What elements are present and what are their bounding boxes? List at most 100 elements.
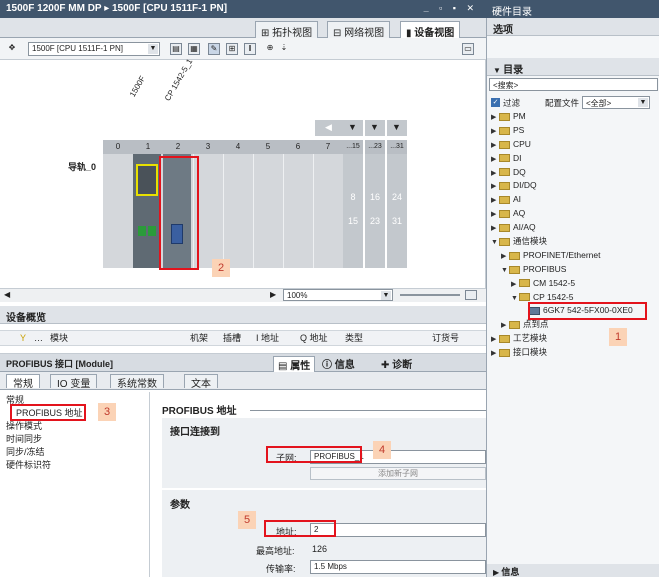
tab-device[interactable]: ▮ 设备视图 [400,21,461,39]
chevron-right-icon[interactable]: ▶ [511,278,519,292]
catalog-tree-item[interactable]: ▶ AI/AQ [491,221,659,235]
empty-slot-7[interactable] [313,154,343,268]
subtab-text[interactable]: 文本 [184,374,218,390]
draw-icon[interactable]: ✎ [208,43,220,55]
empty-slot-5[interactable] [253,154,283,268]
chevron-right-icon[interactable]: ▶ [491,180,499,194]
chevron-right-icon[interactable]: ▶ [491,208,499,222]
column-header[interactable]: I 地址 [256,331,279,345]
ext-slot-group[interactable]: 24 31 [387,154,407,268]
catalog-tree-item[interactable]: ▶ AI [491,193,659,207]
filter-checkbox[interactable]: ✓ [491,98,500,107]
expand-icon[interactable]: ▼ [365,120,385,136]
expand-icon[interactable]: ▼ [343,120,363,136]
empty-slot-4[interactable] [223,154,253,268]
column-header[interactable]: Q 地址 [300,331,328,345]
chevron-right-icon[interactable]: ▶ [501,319,509,333]
options-header[interactable]: 选项 [487,18,659,36]
catalog-tree-item[interactable]: ▶ DI/DQ [491,179,659,193]
zoom-icon[interactable]: ⊕ [264,43,276,55]
filter-icon[interactable]: Y [20,331,26,345]
window-controls[interactable]: _ ▫ ▪ ✕ [424,3,478,14]
chevron-down-icon[interactable]: ▼ [501,264,509,278]
catalog-tree-item[interactable]: ▶ 接口模块 [491,346,659,360]
folder-icon [499,348,510,357]
chevron-right-icon[interactable]: ▶ [491,333,499,347]
nav-time-sync[interactable]: 时间同步 [0,433,149,446]
catalog-tree-item[interactable]: ▶ DI [491,152,659,166]
subtab-system-constants[interactable]: 系统常数 [110,374,164,390]
canvas-scrollbar[interactable]: ◀ ▶ 100% ▼ [0,288,486,302]
device-canvas[interactable]: 1500F CP 1542-5_1 0 1 2 3 4 5 6 7 导轨_0 ◀… [0,57,486,288]
ext-slot-group[interactable]: 8 15 [343,154,363,268]
ext-slot-group[interactable]: 16 23 [365,154,385,268]
tab-topology[interactable]: ⊞ 拓扑视图 [255,21,319,39]
chevron-down-icon[interactable]: ▼ [491,236,499,250]
catalog-tree-item[interactable]: ▼ PROFIBUS [491,263,659,277]
tab-properties[interactable]: ▤ 属性 [273,356,316,373]
pin-icon[interactable]: ✥ [6,43,18,55]
tab-network[interactable]: ⊟ 网络视图 [327,21,391,39]
nav-hardware-id[interactable]: 硬件标识符 [0,459,149,472]
chevron-right-icon[interactable]: ▶ [491,194,499,208]
chevron-right-icon[interactable]: ▶ [491,222,499,236]
chevron-right-icon[interactable]: ▶ [491,347,499,361]
tab-diagnostics[interactable]: ✚ 诊断 [381,356,412,371]
collapse-left-icon[interactable]: ◀ [315,120,343,136]
properties-icon[interactable]: ▤ [170,43,182,55]
address-field[interactable]: 2 [310,523,486,537]
profile-select[interactable]: <全部> ▼ [582,96,650,109]
options-icon[interactable]: … [34,331,43,345]
catalog-tree-item[interactable]: ▶ PM [491,110,659,124]
slot-header-0: 0 [103,140,133,154]
catalog-tree-item[interactable]: ▶ CM 1542-5 [491,277,659,291]
zoom-select[interactable]: 100% ▼ [283,289,393,301]
chevron-right-icon[interactable]: ▶ [501,250,509,264]
catalog-tree-item[interactable]: ▶ PS [491,124,659,138]
catalog-tree-item[interactable]: ▶ AQ [491,207,659,221]
subtab-general[interactable]: 常规 [6,374,40,390]
catalog-tree-item[interactable]: ▶ DQ [491,166,659,180]
expand-icon[interactable]: ▼ [387,120,407,136]
catalog-tree-item[interactable]: ▼ 通信模块 [491,235,659,249]
empty-slot-6[interactable] [283,154,313,268]
folder-icon [509,251,520,260]
catalog-tree-item[interactable]: ▶ 点到点 [491,318,659,332]
device-select[interactable]: 1500F [CPU 1511F-1 PN] ▼ [28,42,160,56]
fit-icon[interactable] [465,290,477,300]
column-header[interactable]: 插槽 [223,331,241,345]
info-header[interactable]: ▶ 信息 [487,564,659,577]
catalog-search[interactable]: <搜索> [489,78,658,91]
subtab-io-tags[interactable]: IO 变量 [50,374,98,390]
chevron-right-icon[interactable]: ▶ [491,139,499,153]
baud-rate-field[interactable]: 1.5 Mbps [310,560,486,574]
zoom-slider[interactable] [400,294,460,296]
chevron-right-icon[interactable]: ▶ [491,153,499,167]
download-icon[interactable]: ⇣ [278,43,290,55]
panel-icon[interactable]: ▭ [462,43,474,55]
catalog-tree-item[interactable]: ▶ CPU [491,138,659,152]
grid-icon[interactable]: ⊞ [226,43,238,55]
chevron-right-icon[interactable]: ▶ [491,125,499,139]
folder-icon [519,293,530,302]
column-header[interactable]: 订货号 [432,331,459,345]
nav-sync-freeze[interactable]: 同步/冻结 [0,446,149,459]
scroll-right-icon[interactable]: ▶ [270,290,276,299]
tab-info[interactable]: ⓘ 信息 [322,356,355,371]
columns-icon[interactable]: ‖ [244,43,256,55]
column-header[interactable]: 机架 [190,331,208,345]
chevron-right-icon[interactable]: ▶ [491,167,499,181]
cpu-module[interactable] [133,154,161,268]
add-subnet-button[interactable]: 添加新子网 [310,467,486,480]
table-icon[interactable]: ▦ [188,43,200,55]
column-header[interactable]: 模块 [50,331,68,345]
column-header[interactable]: 类型 [345,331,363,345]
catalog-header[interactable]: ▼ 目录 [487,58,659,76]
folder-icon [499,237,510,246]
nav-operating-mode[interactable]: 操作模式 [0,420,149,433]
chevron-down-icon[interactable]: ▼ [511,292,519,306]
catalog-tree-item[interactable]: ▶ 工艺模块 [491,332,659,346]
catalog-tree-item[interactable]: ▶ PROFINET/Ethernet [491,249,659,263]
scroll-left-icon[interactable]: ◀ [4,290,10,299]
chevron-right-icon[interactable]: ▶ [491,111,499,125]
